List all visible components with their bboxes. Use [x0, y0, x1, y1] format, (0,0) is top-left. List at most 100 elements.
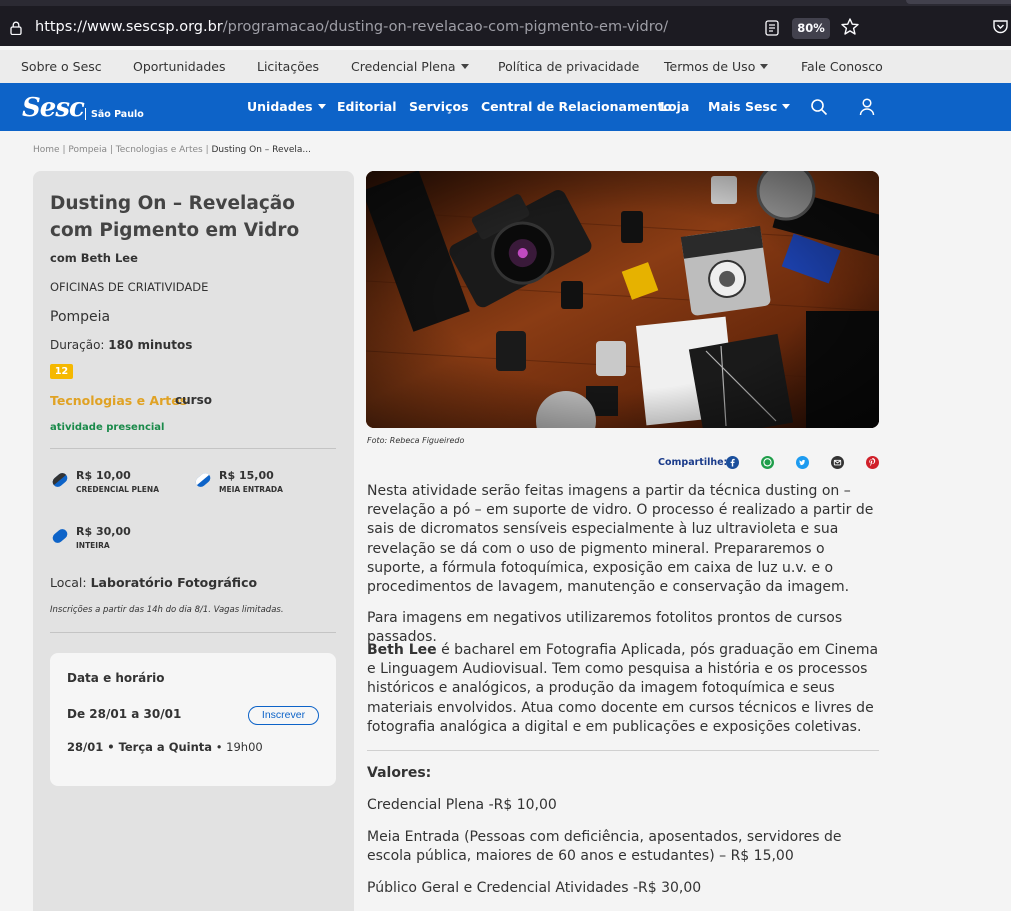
event-title: Dusting On – Revelação com Pigmento em V…	[50, 193, 300, 241]
utility-nav: Sobre o Sesc Oportunidades Licitações Cr…	[0, 50, 1011, 83]
ticket-icon	[195, 473, 211, 487]
address-bar[interactable]: https://www.sescsp.org.br/programacao/du…	[0, 10, 866, 46]
nav-licitacoes[interactable]: Licitações	[257, 59, 319, 74]
breadcrumb: Home | Pompeia | Tecnologias e Artes | D…	[33, 145, 311, 155]
nav-central-relacionamento[interactable]: Central de Relacionamento	[481, 99, 672, 114]
reader-view-icon[interactable]	[765, 20, 779, 36]
price-credencial-plena: R$ 10,00 CREDENCIAL PLENA	[51, 469, 181, 497]
event-type: curso	[175, 393, 212, 407]
url-path: /programacao/dusting-on-revelacao-com-pi…	[222, 19, 669, 35]
bio-paragraph: Beth Lee é bacharel em Fotografia Aplica…	[367, 641, 879, 737]
nav-unidades[interactable]: Unidades	[247, 99, 326, 114]
event-photo	[366, 171, 879, 428]
value-credencial-plena: Credencial Plena -R$ 10,00	[367, 797, 557, 813]
sesc-logo[interactable]: Sesc	[22, 93, 85, 123]
event-theme-link[interactable]: Tecnologias e Artes	[50, 393, 187, 408]
twitter-icon[interactable]	[796, 456, 809, 469]
price-value: R$ 30,00	[76, 525, 131, 538]
description-paragraph: Nesta atividade serão feitas imagens a p…	[367, 483, 874, 596]
price-value: R$ 15,00	[219, 469, 274, 482]
location-label: Local:	[50, 575, 87, 590]
price-label: MEIA ENTRADA	[219, 485, 283, 494]
nav-privacidade[interactable]: Política de privacidade	[498, 59, 639, 74]
value-meia-entrada: Meia Entrada (Pessoas com deficiência, a…	[367, 829, 842, 865]
event-sidebar: Dusting On – Revelação com Pigmento em V…	[33, 171, 354, 911]
facebook-icon[interactable]	[726, 456, 739, 469]
nav-termos[interactable]: Termos de Uso	[664, 59, 769, 74]
event-unit: Pompeia	[50, 309, 111, 325]
search-icon[interactable]	[810, 98, 828, 116]
nav-servicos[interactable]: Serviços	[409, 99, 469, 114]
location-value: Laboratório Fotográfico	[90, 575, 258, 590]
values-heading: Valores:	[367, 764, 879, 783]
price-inteira: R$ 30,00 INTEIRA	[51, 525, 181, 553]
nav-termos-label: Termos de Uso	[664, 59, 756, 74]
pinterest-icon[interactable]	[866, 456, 879, 469]
event-host: com Beth Lee	[50, 251, 138, 265]
lock-icon	[10, 21, 22, 35]
price-value: R$ 10,00	[76, 469, 131, 482]
pocket-icon[interactable]	[992, 18, 1009, 35]
bookmark-star-icon[interactable]	[840, 17, 860, 37]
chevron-down-icon	[317, 104, 326, 109]
chevron-down-icon	[782, 104, 791, 109]
breadcrumb-tecnologias[interactable]: Tecnologias e Artes	[116, 145, 203, 155]
browser-toolbar: https://www.sescsp.org.br/programacao/du…	[0, 0, 1011, 46]
value-publico-geral: Público Geral e Credencial Atividades -R…	[367, 880, 702, 896]
nav-mais-sesc-label: Mais Sesc	[708, 99, 778, 114]
breadcrumb-current: Dusting On – Revela...	[211, 145, 312, 155]
schedule-days-text: 28/01 • Terça a Quinta	[67, 740, 213, 754]
nav-mais-sesc[interactable]: Mais Sesc	[708, 99, 791, 114]
price-label: INTEIRA	[76, 541, 110, 550]
chevron-down-icon	[760, 64, 769, 69]
tab-strip	[0, 0, 1011, 6]
nav-credencial-plena-label: Credencial Plena	[351, 59, 456, 74]
chevron-down-icon	[460, 64, 469, 69]
email-icon[interactable]	[831, 456, 844, 469]
values-heading-text: Valores:	[367, 765, 432, 781]
whatsapp-icon[interactable]	[761, 456, 774, 469]
ticket-icon	[52, 529, 68, 543]
divider	[50, 632, 336, 633]
price-label: CREDENCIAL PLENA	[76, 485, 159, 494]
event-location: Local: Laboratório Fotográfico	[50, 575, 257, 590]
bio-text: é bacharel em Fotografia Aplicada, pós g…	[367, 642, 879, 735]
nav-sobre[interactable]: Sobre o Sesc	[21, 59, 102, 74]
logo-divider	[85, 108, 86, 120]
nav-loja[interactable]: Loja	[660, 99, 689, 114]
photo-caption: Foto: Rebeca Figueiredo	[367, 436, 465, 445]
nav-credencial-plena[interactable]: Credencial Plena	[351, 59, 469, 74]
inscrever-button[interactable]: Inscrever	[248, 706, 319, 725]
user-icon[interactable]	[859, 98, 875, 116]
schedule-time: • 19h00	[215, 740, 263, 754]
nav-oportunidades[interactable]: Oportunidades	[133, 59, 226, 74]
bio-name: Beth Lee	[367, 642, 437, 658]
age-rating-badge: 12	[50, 364, 73, 379]
url-host: https://www.sescsp.org.br	[35, 19, 223, 35]
breadcrumb-home[interactable]: Home	[33, 145, 60, 155]
duration-value: 180 minutos	[108, 338, 193, 352]
schedule-days: 28/01 • Terça a Quinta • 19h00	[67, 740, 263, 754]
event-duration: Duração: 180 minutos	[50, 338, 192, 352]
price-meia-entrada: R$ 15,00 MEIA ENTRADA	[194, 469, 324, 497]
nav-fale-conosco[interactable]: Fale Conosco	[801, 59, 883, 74]
event-category: OFICINAS DE CRIATIVIDADE	[50, 280, 209, 294]
schedule-range: De 28/01 a 30/01	[67, 707, 182, 721]
url-text[interactable]: https://www.sescsp.org.br/programacao/du…	[35, 19, 668, 35]
share-label: Compartilhe:	[658, 457, 728, 468]
duration-label: Duração:	[50, 338, 105, 352]
nav-editorial[interactable]: Editorial	[337, 99, 397, 114]
event-mode: atividade presencial	[50, 422, 165, 433]
logo-subtitle: São Paulo	[91, 109, 144, 120]
divider	[367, 750, 879, 751]
registration-note: Inscrições a partir das 14h do dia 8/1. …	[50, 605, 284, 615]
schedule-heading: Data e horário	[67, 671, 165, 685]
nav-unidades-label: Unidades	[247, 99, 313, 114]
tab-edge[interactable]	[906, 0, 1011, 4]
schedule-box: Data e horário De 28/01 a 30/01 Inscreve…	[50, 653, 336, 786]
divider	[50, 448, 336, 449]
camera-table-illustration	[366, 171, 879, 428]
ticket-icon	[52, 473, 68, 487]
breadcrumb-pompeia[interactable]: Pompeia	[68, 145, 107, 155]
zoom-level-button[interactable]: 80%	[792, 18, 830, 39]
